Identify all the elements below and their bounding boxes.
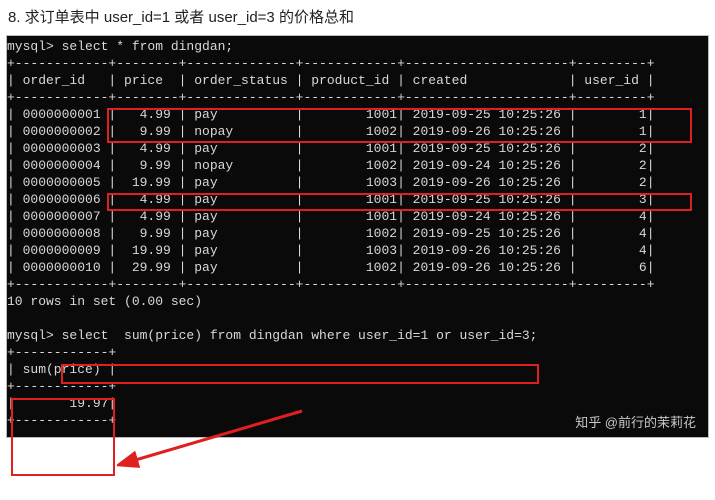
terminal-container: mysql> select * from dingdan; +---------…	[6, 35, 709, 438]
terminal-output: mysql> select * from dingdan; +---------…	[7, 36, 708, 437]
question-text: 8. 求订单表中 user_id=1 或者 user_id=3 的价格总和	[0, 0, 715, 35]
watermark: 知乎 @前行的茉莉花	[575, 412, 696, 431]
